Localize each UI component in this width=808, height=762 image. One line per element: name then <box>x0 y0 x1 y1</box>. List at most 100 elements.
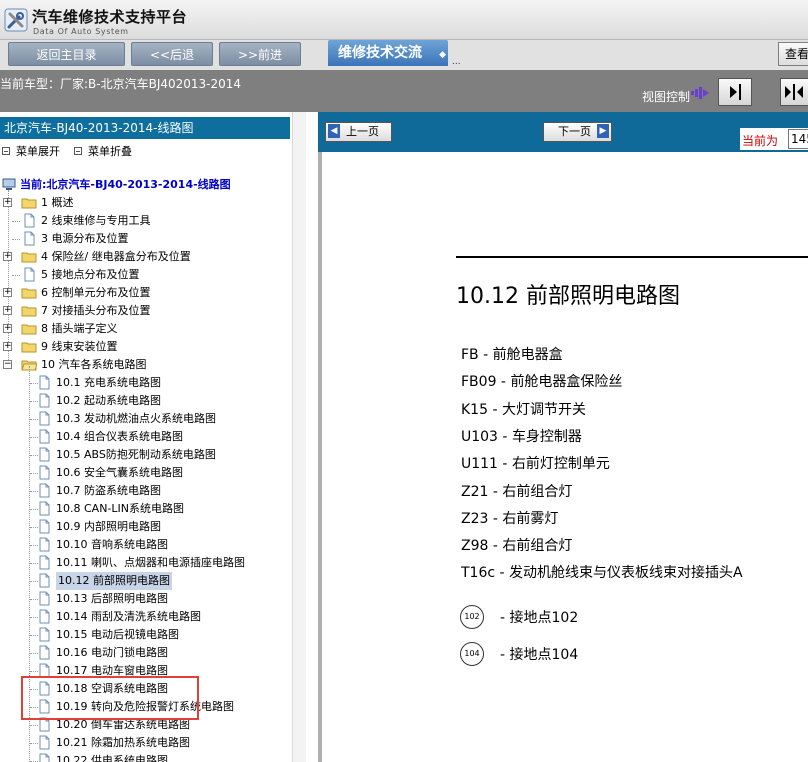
document-icon <box>39 753 50 762</box>
document-icon <box>24 213 35 228</box>
tree-item[interactable]: 10.5 ABS防抱死制动系统电路图 <box>3 446 293 464</box>
tree-item-label: 10.2 起动系统电路图 <box>56 394 161 407</box>
tree-item-selected[interactable]: 10.12 前部照明电路图 <box>3 572 293 590</box>
folder-icon <box>21 198 37 209</box>
tree-item[interactable]: 2 线束维修与专用工具 <box>3 212 293 230</box>
tree-expander[interactable]: + <box>3 252 12 261</box>
tree-expander[interactable]: + <box>3 324 12 333</box>
tree-item-label: 1 概述 <box>41 196 74 209</box>
document-icon <box>39 465 50 480</box>
tree-item-label: 10.5 ABS防抱死制动系统电路图 <box>56 448 216 461</box>
tree-item-label: 6 控制单元分布及位置 <box>41 286 151 299</box>
menu-collapse-button[interactable]: 菜单折叠 <box>74 144 132 160</box>
left-pane-scroll-edge[interactable] <box>292 112 306 762</box>
document-icon <box>24 231 35 246</box>
tree-item[interactable]: 10.8 CAN-LIN系统电路图 <box>3 500 293 518</box>
tree-item[interactable]: 10.7 防盗系统电路图 <box>3 482 293 500</box>
arrow-left-icon: ◀ <box>328 124 340 138</box>
tree-item-label: 10.21 除霜加热系统电路图 <box>56 736 190 749</box>
tree-item[interactable]: 10.16 电动门锁电路图 <box>3 644 293 662</box>
tree-expander[interactable]: + <box>3 306 12 315</box>
component-code: Z98 - <box>461 538 498 554</box>
tree-item[interactable]: 10.9 内部照明电路图 <box>3 518 293 536</box>
viewer-left-border <box>318 152 322 762</box>
tree-item[interactable]: +8 插头端子定义 <box>3 320 293 338</box>
folder-icon <box>21 306 37 317</box>
tree-item[interactable]: 10.6 安全气囊系统电路图 <box>3 464 293 482</box>
tree-connector <box>30 707 38 708</box>
split-view-button[interactable] <box>780 78 808 106</box>
component-code: K15 - <box>461 402 498 418</box>
tree-item[interactable]: 10.14 雨刮及清洗系统电路图 <box>3 608 293 626</box>
tree-item-label: 10.14 雨刮及清洗系统电路图 <box>56 610 201 623</box>
computer-icon <box>2 178 16 190</box>
tree-item-label: 7 对接插头分布及位置 <box>41 304 151 317</box>
component-description: 前舱电器盒 <box>492 347 563 363</box>
component-description: 右前组合灯 <box>502 484 573 500</box>
tech-exchange-button[interactable]: 维修技术交流 ◆ <box>328 40 448 66</box>
tree-item[interactable]: +9 线束安装位置 <box>3 338 293 356</box>
component-description: 车身控制器 <box>511 429 582 445</box>
tree-item[interactable]: 10.17 电动车窗电路图 <box>3 662 293 680</box>
menu-expand-label: 菜单展开 <box>16 145 60 158</box>
tree-item-label: 10.22 供电系统电路图 <box>56 754 168 762</box>
tree-item-label: 10.4 组合仪表系统电路图 <box>56 430 183 443</box>
next-page-button[interactable]: 下一页 ▶ <box>543 122 612 142</box>
tree-item-label: 9 线束安装位置 <box>41 340 118 353</box>
page-number-input[interactable] <box>788 129 808 149</box>
tree-item[interactable]: 10.10 音响系统电路图 <box>3 536 293 554</box>
previous-page-button[interactable]: ◀ 上一页 <box>325 122 392 142</box>
tree-connector <box>30 455 38 456</box>
ground-description: - 接地点104 <box>500 647 579 663</box>
document-icon <box>39 483 50 498</box>
tree-item[interactable]: 10.1 充电系统电路图 <box>3 374 293 392</box>
tree-expander[interactable]: + <box>3 288 12 297</box>
tree-root-label: 当前:北京汽车-BJ40-2013-2014-线路图 <box>20 178 231 191</box>
menu-expand-button[interactable]: 菜单展开 <box>2 144 60 160</box>
tree-item[interactable]: 5 接地点分布及位置 <box>3 266 293 284</box>
tree-item[interactable]: 10.4 组合仪表系统电路图 <box>3 428 293 446</box>
forward-button[interactable]: >>前进 <box>219 42 301 66</box>
tree-connector <box>30 383 38 384</box>
tree-item[interactable]: 10.15 电动后视镜电路图 <box>3 626 293 644</box>
tree-item-label: 10.6 安全气囊系统电路图 <box>56 466 183 479</box>
split-arrows-icon <box>785 84 803 100</box>
back-button[interactable]: <<后退 <box>131 42 213 66</box>
home-button[interactable]: 返回主目录 <box>8 42 125 66</box>
tree-item[interactable]: 10.18 空调系统电路图 <box>3 680 293 698</box>
tree-item[interactable]: 10.19 转向及危险报警灯系统电路图 <box>3 698 293 716</box>
tree-item-label: 10.3 发动机燃油点火系统电路图 <box>56 412 216 425</box>
document-icon <box>24 267 35 282</box>
tree-item[interactable]: +7 对接插头分布及位置 <box>3 302 293 320</box>
tree-item[interactable]: 10.11 喇叭、点烟器和电源插座电路图 <box>3 554 293 572</box>
tree-item[interactable]: 3 电源分布及位置 <box>3 230 293 248</box>
tree-expander[interactable]: + <box>3 342 12 351</box>
legend-row: U111 - 右前灯控制单元 <box>461 453 610 473</box>
ground-number-badge: 102 <box>460 605 484 629</box>
tree-connector <box>30 491 38 492</box>
tree-item[interactable]: 10.22 供电系统电路图 <box>3 752 293 762</box>
tree-expander[interactable]: − <box>3 360 12 369</box>
tree-item[interactable]: 10.3 发动机燃油点火系统电路图 <box>3 410 293 428</box>
legend-row: U103 - 车身控制器 <box>461 426 582 446</box>
tree-item-label: 10.7 防盗系统电路图 <box>56 484 161 497</box>
current-page-label: 当前为 <box>742 134 779 148</box>
tree-item[interactable]: 10.13 后部照明电路图 <box>3 590 293 608</box>
tree-connector <box>30 473 38 474</box>
tree-item[interactable]: +4 保险丝/ 继电器盒分布及位置 <box>3 248 293 266</box>
view-button[interactable]: 查看 <box>778 42 808 66</box>
tree-item[interactable]: − 10 汽车各系统电路图 <box>3 356 293 374</box>
tree-expander[interactable]: + <box>3 198 12 207</box>
document-icon <box>39 447 50 462</box>
tech-exchange-more[interactable]: ... <box>452 57 461 67</box>
tree-item[interactable]: +1 概述 <box>3 194 293 212</box>
tree-item[interactable]: 10.2 起动系统电路图 <box>3 392 293 410</box>
tree-item-label: 10.12 前部照明电路图 <box>56 572 172 590</box>
component-description: 大灯调节开关 <box>501 402 586 418</box>
tree-item[interactable]: 10.21 除霜加热系统电路图 <box>3 734 293 752</box>
document-icon <box>39 573 50 588</box>
tree-item[interactable]: +6 控制单元分布及位置 <box>3 284 293 302</box>
expand-view-button[interactable] <box>718 78 752 106</box>
tree-root[interactable]: 当前:北京汽车-BJ40-2013-2014-线路图 <box>2 176 231 194</box>
tree-item[interactable]: 10.20 倒车雷达系统电路图 <box>3 716 293 734</box>
